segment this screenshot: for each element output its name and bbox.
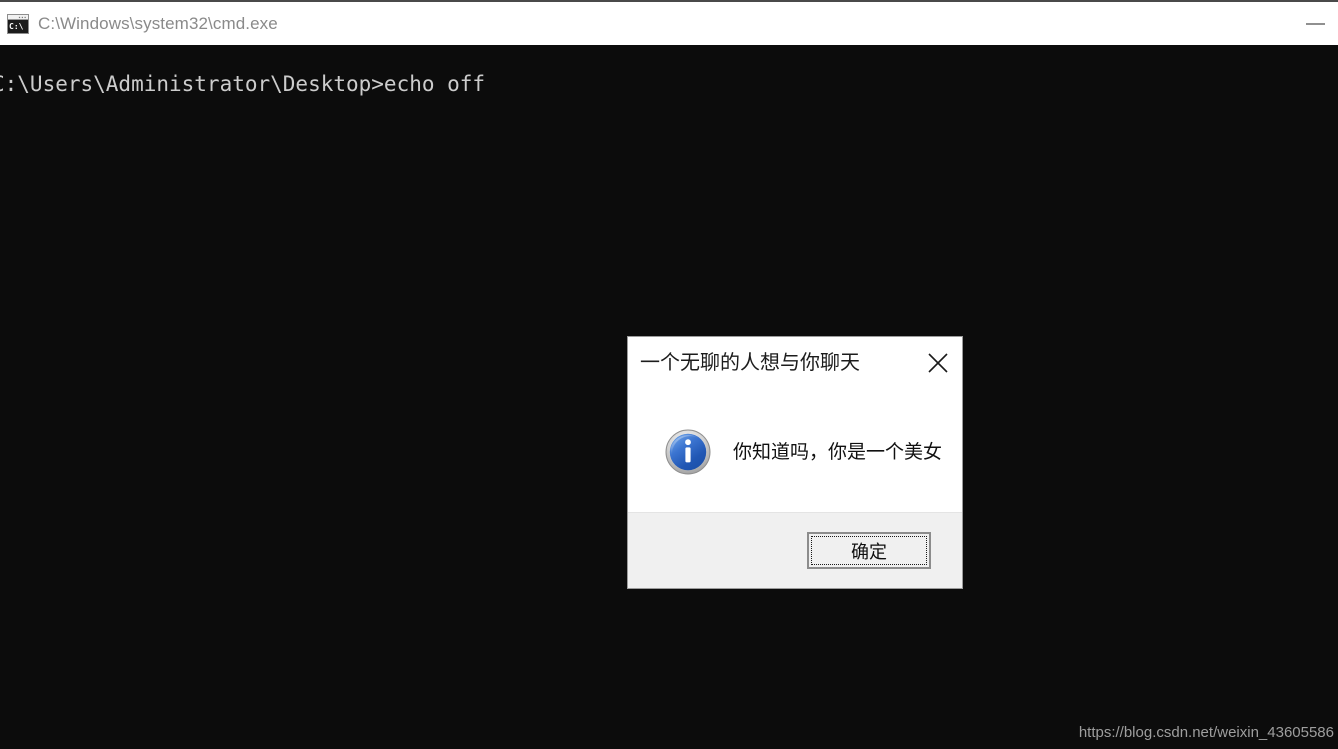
dialog-title-bar[interactable]: 一个无聊的人想与你聊天 (628, 337, 962, 391)
info-icon-graphic (665, 429, 711, 474)
cmd-console-icon: ▪▪▪ C:\ (7, 13, 29, 34)
dialog-content-area: 你知道吗，你是一个美女 (628, 391, 962, 512)
window-title-text: C:\Windows\system32\cmd.exe (38, 13, 278, 33)
close-icon (928, 353, 948, 373)
dialog-message-text: 你知道吗，你是一个美女 (733, 440, 943, 463)
ok-button-label: 确定 (851, 541, 887, 563)
console-line: C:\Users\Administrator\Desktop>echo off (0, 72, 486, 96)
window-controls (1292, 2, 1338, 45)
cmd-icon-prompt-glyph: C:\ (8, 19, 28, 33)
window-title-bar[interactable]: ▪▪▪ C:\ C:\Windows\system32\cmd.exe (0, 2, 1338, 45)
dialog-close-button[interactable] (918, 343, 958, 383)
info-icon (665, 429, 711, 475)
minimize-icon (1305, 22, 1325, 25)
dialog-title-text: 一个无聊的人想与你聊天 (640, 350, 860, 374)
dialog-button-bar: 确定 (628, 512, 962, 588)
ok-button[interactable]: 确定 (807, 532, 931, 569)
minimize-button[interactable] (1292, 2, 1338, 45)
watermark-text: https://blog.csdn.net/weixin_43605586 (1078, 724, 1334, 741)
message-box-dialog: 一个无聊的人想与你聊天 你知道吗，你是一个美女 确定 (627, 336, 963, 589)
